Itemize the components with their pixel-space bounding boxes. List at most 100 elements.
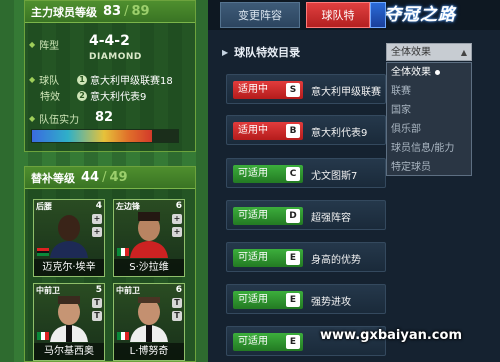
effect-name: 尤文图斯7 [311,171,358,182]
flag-icon [117,248,129,256]
filter-selected: 全体效果 [391,47,431,58]
chem-text: 意大利代表9 [90,92,147,103]
game-screen: 主力球员等级 83 / 89 ◆ 阵型 4-4-2 DIAMOND ◆ 球队 特… [0,0,500,362]
grade-letter: E [286,251,300,265]
tag-icon: + [92,214,102,224]
player-tags: T T [172,298,182,324]
tag-icon: T [172,311,182,321]
formation-value[interactable]: 4-4-2 [89,33,130,49]
effect-name: 身高的优势 [311,255,361,266]
tab-change-lineup[interactable]: 变更阵容 [220,2,300,28]
chem-row-1: ◆ 球队 [29,72,59,87]
tab-bar: 变更阵容 球队特 夺冠之路 [208,0,500,30]
power-row: ◆ 队伍实力 [29,111,79,126]
grade-letter: E [286,293,300,307]
section-title: ▶ 球队特效目录 [222,44,300,60]
tag-icon: T [172,298,182,308]
filter-dropdown: 全体效果 联赛 国家 俱乐部 球员信息/能力 特定球员 [386,62,472,176]
lineup-header: 主力球员等级 83 / 89 [25,1,195,23]
filter-option-club[interactable]: 俱乐部 [387,120,471,139]
level-separator: / [124,4,129,19]
flag-icon [117,332,129,340]
grade-letter: B [286,124,300,138]
effect-row[interactable]: 可适用 E 身高的优势 [226,242,386,272]
level-separator: / [102,170,107,185]
filter-option-specific-player[interactable]: 特定球员 [387,158,471,177]
effect-row[interactable]: 可适用 C 尤文图斯7 [226,158,386,188]
status-text: 可适用 [238,210,268,221]
effect-name: 意大利代表9 [311,128,368,139]
player-card[interactable]: 左边锋 6 + + S·沙拉维 [113,199,185,277]
effect-name: 超强阵容 [311,213,351,224]
player-name: 迈克尔·埃辛 [34,259,104,276]
tab-team-effects[interactable]: 球队特 [306,2,370,28]
status-badge: 适用中 B [233,122,303,140]
player-photo [50,296,88,342]
player-tags: + + [92,214,102,240]
player-card[interactable]: 后腰 4 + + 迈克尔·埃辛 [33,199,105,277]
player-rating: 4 [95,201,102,211]
lineup-title: 主力球员等级 [31,5,97,19]
grade-letter: E [286,335,300,349]
filter-option-league[interactable]: 联赛 [387,82,471,101]
player-card[interactable]: 中前卫 6 T T L·博努奇 [113,283,185,361]
status-text: 可适用 [238,252,268,263]
player-name: L·博努奇 [114,343,184,360]
option-label: 全体效果 [391,67,431,78]
player-photo [50,215,88,258]
grade-letter: D [286,209,300,223]
filter-option-all[interactable]: 全体效果 [387,63,471,82]
power-bar-fill [32,130,152,142]
power-label: 队伍实力 [39,115,80,126]
player-name: S·沙拉维 [114,259,184,276]
status-text: 可适用 [238,168,268,179]
chevron-up-icon: ▲ [460,48,467,57]
status-badge: 适用中 S [233,81,303,99]
effect-row[interactable]: 可适用 E 强势进攻 [226,284,386,314]
grade-letter: S [286,83,300,97]
bench-header: 替补等级 44 / 49 [25,167,195,189]
power-bar [31,129,179,143]
player-photo [130,212,168,258]
tag-icon: + [172,227,182,237]
section-title-text: 球队特效目录 [234,46,301,59]
chem-text: 意大利甲级联赛18 [90,76,173,87]
bullet-icon: ◆ [29,40,36,49]
effect-row[interactable]: 适用中 S 意大利甲级联赛 [226,74,386,104]
lineup-max-level: 89 [131,4,150,19]
flag-icon [37,248,49,256]
grade-letter: C [286,167,300,181]
effect-name: 强势进攻 [311,297,351,308]
lineup-level: 83 [103,4,122,19]
tag-icon: T [92,298,102,308]
effect-name: 意大利甲级联赛 [311,87,381,98]
status-text: 适用中 [238,125,268,136]
arrow-right-icon: ▶ [222,47,229,57]
tag-icon: + [172,214,182,224]
player-card[interactable]: 中前卫 5 T T 马尔基西奥 [33,283,105,361]
player-tags: T T [92,298,102,324]
effect-row[interactable]: 适用中 B 意大利代表9 [226,115,386,145]
tag-icon: T [92,311,102,321]
tag-icon: + [92,227,102,237]
formation-style: DIAMOND [89,52,142,62]
effect-row[interactable]: 可适用 D 超强阵容 [226,200,386,230]
formation-row: ◆ 阵型 [29,37,59,52]
bullet-icon: ◆ [29,75,36,84]
filter-option-nation[interactable]: 国家 [387,101,471,120]
chem-label-1: 球队 [39,76,60,87]
player-rating: 6 [175,285,182,295]
status-text: 适用中 [238,84,268,95]
bullet-icon: ◆ [29,114,36,123]
status-badge: 可适用 E [233,249,303,267]
player-tags: + + [172,214,182,240]
filter-option-player-info[interactable]: 球员信息/能力 [387,139,471,158]
chem-item: 2 意大利代表9 [77,88,146,103]
team-panel: 主力球员等级 83 / 89 ◆ 阵型 4-4-2 DIAMOND ◆ 球队 特… [0,0,208,362]
chem-item: 1 意大利甲级联赛18 [77,72,173,87]
effect-filter-select[interactable]: 全体效果 ▲ [386,43,472,61]
watermark: www.gxbaiyan.com [320,328,462,343]
selected-dot-icon [435,69,440,75]
game-logo: 夺冠之路 [384,5,456,25]
starting-lineup-box: 主力球员等级 83 / 89 ◆ 阵型 4-4-2 DIAMOND ◆ 球队 特… [24,0,196,152]
